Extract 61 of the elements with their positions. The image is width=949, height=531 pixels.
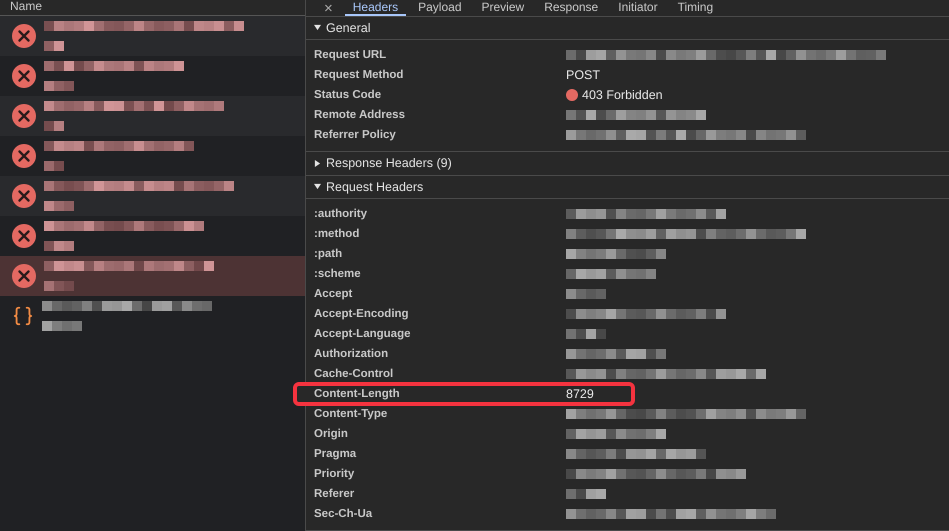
header-name: :path	[314, 248, 344, 260]
request-row[interactable]	[0, 176, 305, 216]
header-name: Content-Type	[314, 408, 388, 420]
header-name: Request Method	[314, 69, 404, 82]
header-name: Authorization	[314, 348, 390, 360]
error-icon	[12, 144, 36, 168]
header-name: :method	[314, 228, 360, 240]
header-value: POST	[566, 68, 600, 82]
request-row[interactable]	[0, 96, 305, 136]
redacted-value	[566, 488, 606, 499]
redacted-value	[42, 321, 82, 331]
caret-right-icon	[314, 160, 321, 167]
tab[interactable]: Response	[536, 0, 606, 16]
braces-icon	[12, 305, 34, 327]
header-name: Sec-Ch-Ua	[314, 508, 374, 520]
error-icon	[12, 184, 36, 208]
caret-down-icon	[314, 24, 321, 32]
header-name: Status Code	[314, 89, 382, 102]
tab[interactable]: Preview	[474, 0, 532, 16]
name-column-header[interactable]: Name	[0, 0, 305, 16]
section-header[interactable]: Response Headers (9)	[306, 152, 949, 176]
error-icon	[12, 24, 36, 48]
header-name: Accept-Encoding	[314, 308, 410, 320]
error-icon	[12, 264, 36, 288]
request-row[interactable]	[0, 256, 305, 296]
tab[interactable]: Headers	[344, 0, 406, 16]
header-name: Content-Length	[314, 388, 401, 400]
header-name: Cache-Control	[314, 368, 394, 380]
close-button[interactable]: ×	[316, 2, 341, 16]
redacted-value	[44, 81, 74, 91]
tab[interactable]: Payload	[410, 0, 470, 16]
header-name: Request URL	[314, 49, 388, 62]
header-name: Priority	[314, 468, 356, 480]
section-header[interactable]: Request Headers	[306, 176, 949, 199]
error-icon	[12, 64, 36, 88]
section-header[interactable]: General	[306, 16, 949, 40]
redacted-value	[44, 281, 74, 291]
redacted-value	[44, 121, 64, 131]
redacted-value	[566, 328, 606, 339]
redacted-value	[44, 201, 74, 211]
redacted-value	[44, 161, 64, 171]
request-row[interactable]	[0, 16, 305, 56]
caret-down-icon	[314, 183, 321, 190]
tab[interactable]: Timing	[670, 0, 722, 16]
header-name: Origin	[314, 428, 349, 440]
header-name: Referrer Policy	[314, 129, 397, 142]
redacted-value	[44, 41, 64, 51]
header-name: :scheme	[314, 268, 362, 280]
redacted-value	[566, 288, 606, 299]
header-value: 8729	[566, 386, 594, 401]
tab[interactable]: Initiator	[610, 0, 666, 16]
redacted-value	[44, 241, 74, 251]
header-name: Accept	[314, 288, 354, 300]
header-name: :authority	[314, 208, 368, 220]
header-name: Pragma	[314, 448, 358, 460]
status-text: 403 Forbidden	[582, 88, 663, 102]
error-icon	[12, 224, 36, 248]
header-name: Accept-Language	[314, 328, 412, 340]
header-name: Referer	[314, 488, 356, 500]
error-icon	[12, 104, 36, 128]
header-name: Remote Address	[314, 109, 406, 122]
